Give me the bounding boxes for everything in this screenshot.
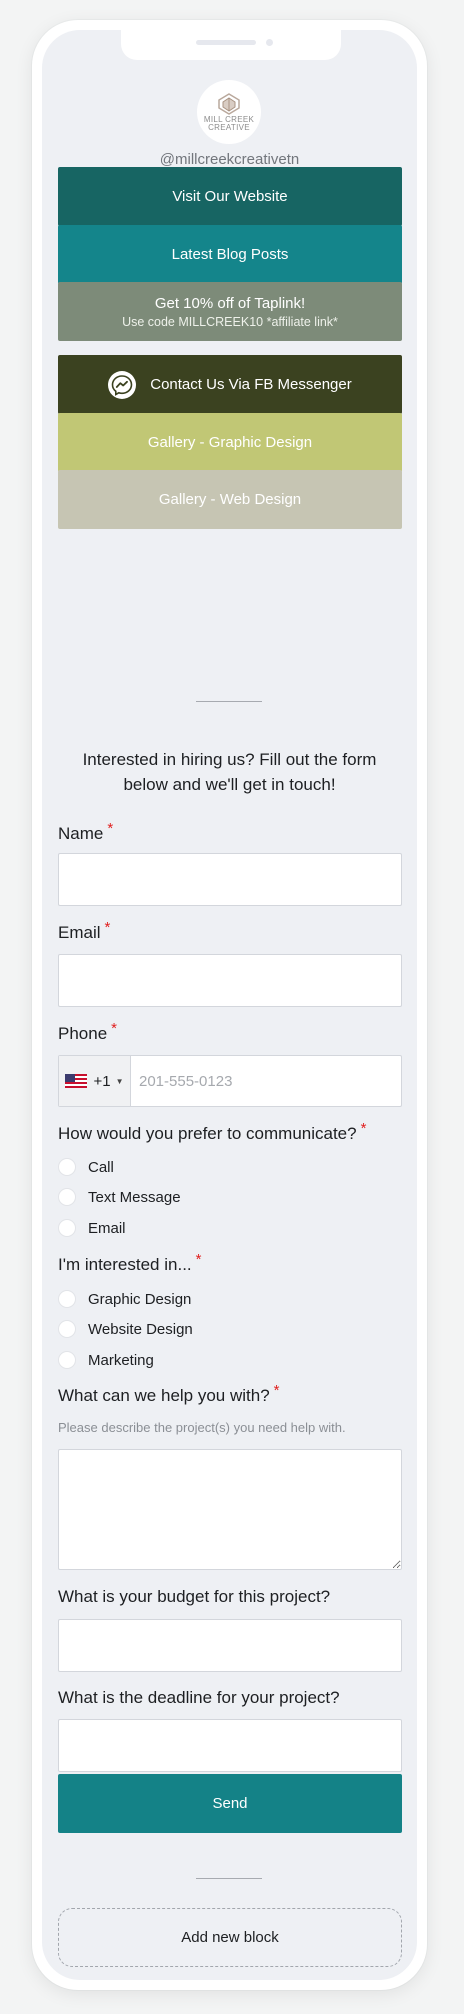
radio-website-design[interactable]: Website Design xyxy=(58,1320,193,1338)
button-label: Contact Us Via FB Messenger xyxy=(150,376,352,393)
help-hint: Please describe the project(s) you need … xyxy=(58,1420,346,1435)
visit-website-button[interactable]: Visit Our Website xyxy=(58,167,402,226)
taplink-discount-button[interactable]: Get 10% off of Taplink! Use code MILLCRE… xyxy=(58,282,402,341)
deadline-label: What is the deadline for your project? xyxy=(58,1688,340,1707)
phone-placeholder: 201-555-0123 xyxy=(139,1072,233,1090)
button-label: Gallery - Web Design xyxy=(158,491,302,508)
label-text: What can we help you with? xyxy=(58,1386,270,1405)
radio-button[interactable] xyxy=(58,1188,76,1206)
avatar[interactable]: MILL CREEK CREATIVE xyxy=(197,80,261,144)
label-text: Name xyxy=(58,824,104,843)
speaker-icon xyxy=(196,40,256,45)
email-input[interactable] xyxy=(58,954,402,1007)
radio-marketing[interactable]: Marketing xyxy=(58,1351,154,1369)
option-label: Graphic Design xyxy=(88,1290,192,1308)
radio-button[interactable] xyxy=(58,1351,76,1369)
radio-button[interactable] xyxy=(58,1320,76,1338)
name-input[interactable] xyxy=(58,853,402,906)
required-mark: * xyxy=(111,1020,118,1037)
option-label: Marketing xyxy=(88,1351,154,1369)
messenger-icon xyxy=(108,370,137,399)
help-textarea[interactable] xyxy=(58,1449,402,1570)
interest-label: I'm interested in... * xyxy=(58,1251,201,1275)
form-intro: Interested in hiring us? Fill out the fo… xyxy=(82,750,377,794)
label-text: I'm interested in... xyxy=(58,1255,192,1274)
button-label: Latest Blog Posts xyxy=(171,246,289,263)
required-mark: * xyxy=(107,820,114,837)
divider xyxy=(196,701,262,702)
radio-text-message[interactable]: Text Message xyxy=(58,1188,181,1206)
logo-text: MILL CREEK CREATIVE xyxy=(204,115,254,132)
option-label: Text Message xyxy=(88,1188,181,1206)
add-new-block-button[interactable]: Add new block xyxy=(58,1908,402,1967)
gallery-web-design-button[interactable]: Gallery - Web Design xyxy=(58,470,402,529)
camera-icon xyxy=(266,39,273,46)
radio-button[interactable] xyxy=(58,1158,76,1176)
required-mark: * xyxy=(104,919,111,936)
caret-down-icon: ▼ xyxy=(115,1076,124,1086)
communicate-label: How would you prefer to communicate? * xyxy=(58,1120,366,1144)
deadline-input[interactable] xyxy=(58,1719,402,1772)
budget-input[interactable] xyxy=(58,1619,402,1672)
label-text: Email xyxy=(58,923,101,942)
country-code-select[interactable]: +1 ▼ xyxy=(59,1056,131,1106)
option-label: Website Design xyxy=(88,1320,193,1338)
radio-button[interactable] xyxy=(58,1290,76,1308)
button-label: Gallery - Graphic Design xyxy=(147,434,313,451)
required-mark: * xyxy=(360,1120,367,1137)
radio-button[interactable] xyxy=(58,1219,76,1237)
phone-notch xyxy=(121,30,341,60)
divider xyxy=(196,1878,262,1879)
button-label: Visit Our Website xyxy=(172,188,288,205)
country-code: +1 xyxy=(93,1072,111,1090)
budget-label: What is your budget for this project? xyxy=(58,1587,331,1606)
label-text: Phone xyxy=(58,1024,108,1043)
label-text: How would you prefer to communicate? xyxy=(58,1124,357,1143)
button-sublabel: Use code MILLCREEK10 *affiliate link* xyxy=(122,314,338,329)
email-label: Email * xyxy=(58,919,110,943)
send-button[interactable]: Send xyxy=(58,1774,402,1833)
phone-screen: MILL CREEK CREATIVE @millcreekcreativetn… xyxy=(42,30,417,1980)
radio-call[interactable]: Call xyxy=(58,1158,114,1176)
name-label: Name * xyxy=(58,820,113,844)
logo-line-2: CREATIVE xyxy=(208,122,250,132)
phone-input[interactable]: +1 ▼ 201-555-0123 xyxy=(58,1055,402,1107)
radio-email[interactable]: Email xyxy=(58,1219,126,1237)
profile-username: @millcreekcreativetn xyxy=(159,151,300,168)
logo-mark-icon xyxy=(218,92,240,115)
button-label: Send xyxy=(212,1795,248,1812)
button-label: Add new block xyxy=(181,1929,279,1946)
gallery-graphic-design-button[interactable]: Gallery - Graphic Design xyxy=(58,413,402,472)
option-label: Call xyxy=(88,1158,114,1176)
us-flag-icon xyxy=(65,1074,88,1088)
blog-posts-button[interactable]: Latest Blog Posts xyxy=(58,225,402,284)
required-mark: * xyxy=(273,1382,280,1399)
fb-messenger-button[interactable]: Contact Us Via FB Messenger xyxy=(58,355,402,414)
phone-label: Phone * xyxy=(58,1020,117,1044)
phone-frame: MILL CREEK CREATIVE @millcreekcreativetn… xyxy=(32,20,427,1990)
option-label: Email xyxy=(88,1219,126,1237)
radio-graphic-design[interactable]: Graphic Design xyxy=(58,1290,191,1308)
help-label: What can we help you with? * xyxy=(58,1382,280,1406)
required-mark: * xyxy=(195,1251,202,1268)
button-label: Get 10% off of Taplink! xyxy=(154,294,306,312)
